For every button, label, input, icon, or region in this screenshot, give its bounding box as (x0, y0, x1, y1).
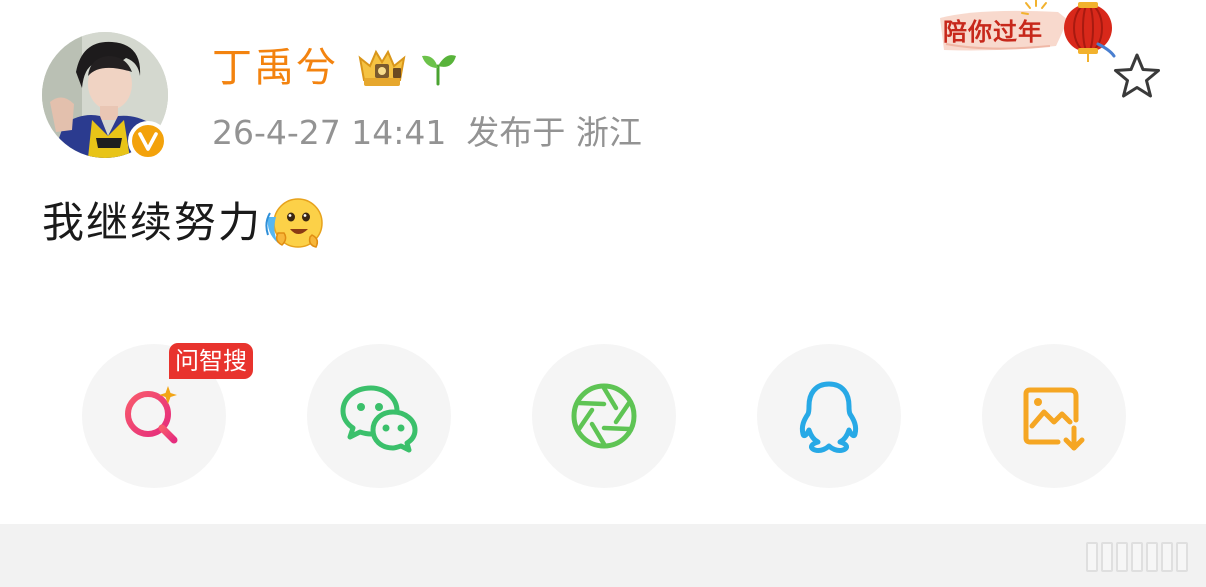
crown-badge-icon[interactable] (356, 44, 408, 90)
ai-search-tag: 问智搜 (169, 343, 253, 379)
post-date: 26-4-27 14:41 (212, 113, 447, 152)
username[interactable]: 丁禹兮 (212, 40, 338, 96)
crying-laughing-emoji-icon (265, 198, 323, 248)
share-qq-button[interactable] (757, 344, 901, 488)
share-wechat-button[interactable] (307, 344, 451, 488)
festive-banner-text: 陪你过年 (943, 18, 1043, 46)
save-image-icon (1023, 387, 1085, 451)
save-image-button[interactable] (982, 344, 1126, 488)
post-text: 我继续努力 (42, 198, 263, 247)
ai-search-icon (125, 386, 178, 444)
post-content: 我继续努力 (42, 192, 324, 254)
sprout-badge-icon[interactable] (418, 48, 458, 88)
moments-aperture-icon (571, 383, 637, 449)
watermark-icon (1086, 540, 1188, 574)
favorite-star-icon[interactable] (1110, 50, 1164, 104)
verified-badge-icon (128, 121, 168, 161)
share-moments-button[interactable] (532, 344, 676, 488)
bottom-bar (0, 524, 1206, 587)
qq-icon (799, 381, 859, 453)
post-meta: 26-4-27 14:41 发布于 浙江 (212, 110, 642, 156)
wechat-icon (340, 385, 418, 453)
post-location: 发布于 浙江 (466, 113, 642, 152)
